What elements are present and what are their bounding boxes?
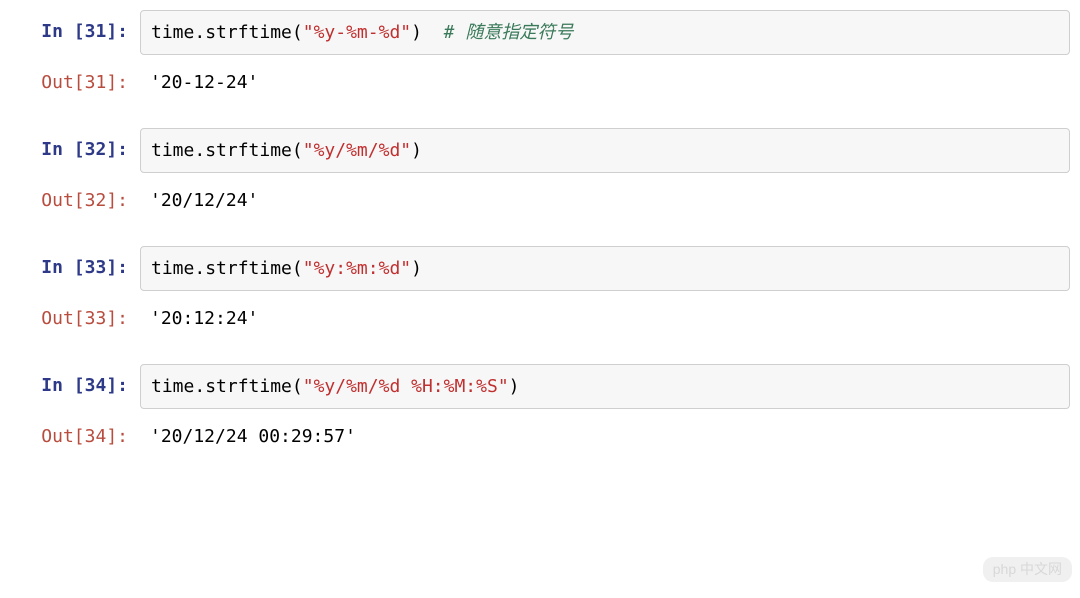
out-prompt: Out[32]:: [0, 179, 140, 222]
cell-spacer: [0, 228, 1080, 246]
code-dot: .: [194, 376, 205, 397]
code-string: "%y/%m/%d %H:%M:%S": [303, 376, 509, 397]
code-input[interactable]: time.strftime("%y-%m-%d") # 随意指定符号: [140, 10, 1070, 55]
code-close-paren: ): [411, 258, 422, 279]
notebook-cell-output: Out[31]: '20-12-24': [0, 61, 1080, 104]
code-output: '20/12/24 00:29:57': [140, 415, 1080, 458]
code-close-paren: ): [411, 140, 422, 161]
notebook-cell-output: Out[34]: '20/12/24 00:29:57': [0, 415, 1080, 458]
code-function: strftime: [205, 376, 292, 397]
code-input[interactable]: time.strftime("%y/%m/%d"): [140, 128, 1070, 173]
code-close-paren: ): [411, 22, 422, 43]
in-prompt: In [32]:: [0, 128, 140, 173]
in-prompt: In [31]:: [0, 10, 140, 55]
notebook-cell-output: Out[33]: '20:12:24': [0, 297, 1080, 340]
code-object: time: [151, 22, 194, 43]
code-input[interactable]: time.strftime("%y:%m:%d"): [140, 246, 1070, 291]
notebook-cell-input: In [32]: time.strftime("%y/%m/%d"): [0, 128, 1080, 173]
code-output: '20-12-24': [140, 61, 1080, 104]
code-output: '20:12:24': [140, 297, 1080, 340]
code-open-paren: (: [292, 376, 303, 397]
code-output: '20/12/24': [140, 179, 1080, 222]
code-open-paren: (: [292, 22, 303, 43]
code-string: "%y/%m/%d": [303, 140, 411, 161]
cell-spacer: [0, 346, 1080, 364]
code-object: time: [151, 258, 194, 279]
code-function: strftime: [205, 258, 292, 279]
code-close-paren: ): [509, 376, 520, 397]
code-open-paren: (: [292, 258, 303, 279]
out-prompt: Out[31]:: [0, 61, 140, 104]
notebook-cell-output: Out[32]: '20/12/24': [0, 179, 1080, 222]
code-function: strftime: [205, 140, 292, 161]
code-object: time: [151, 376, 194, 397]
code-string: "%y:%m:%d": [303, 258, 411, 279]
in-prompt: In [33]:: [0, 246, 140, 291]
code-dot: .: [194, 140, 205, 161]
notebook-cell-input: In [31]: time.strftime("%y-%m-%d") # 随意指…: [0, 10, 1080, 55]
code-object: time: [151, 140, 194, 161]
out-prompt: Out[34]:: [0, 415, 140, 458]
notebook-cell-input: In [34]: time.strftime("%y/%m/%d %H:%M:%…: [0, 364, 1080, 409]
code-dot: .: [194, 22, 205, 43]
code-string: "%y-%m-%d": [303, 22, 411, 43]
code-input[interactable]: time.strftime("%y/%m/%d %H:%M:%S"): [140, 364, 1070, 409]
notebook-viewport: In [31]: time.strftime("%y-%m-%d") # 随意指…: [0, 10, 1080, 588]
notebook-cell-input: In [33]: time.strftime("%y:%m:%d"): [0, 246, 1080, 291]
code-open-paren: (: [292, 140, 303, 161]
cell-spacer: [0, 110, 1080, 128]
code-dot: .: [194, 258, 205, 279]
in-prompt: In [34]:: [0, 364, 140, 409]
out-prompt: Out[33]:: [0, 297, 140, 340]
code-comment: # 随意指定符号: [422, 22, 573, 43]
code-function: strftime: [205, 22, 292, 43]
watermark-badge: php 中文网: [983, 557, 1072, 582]
